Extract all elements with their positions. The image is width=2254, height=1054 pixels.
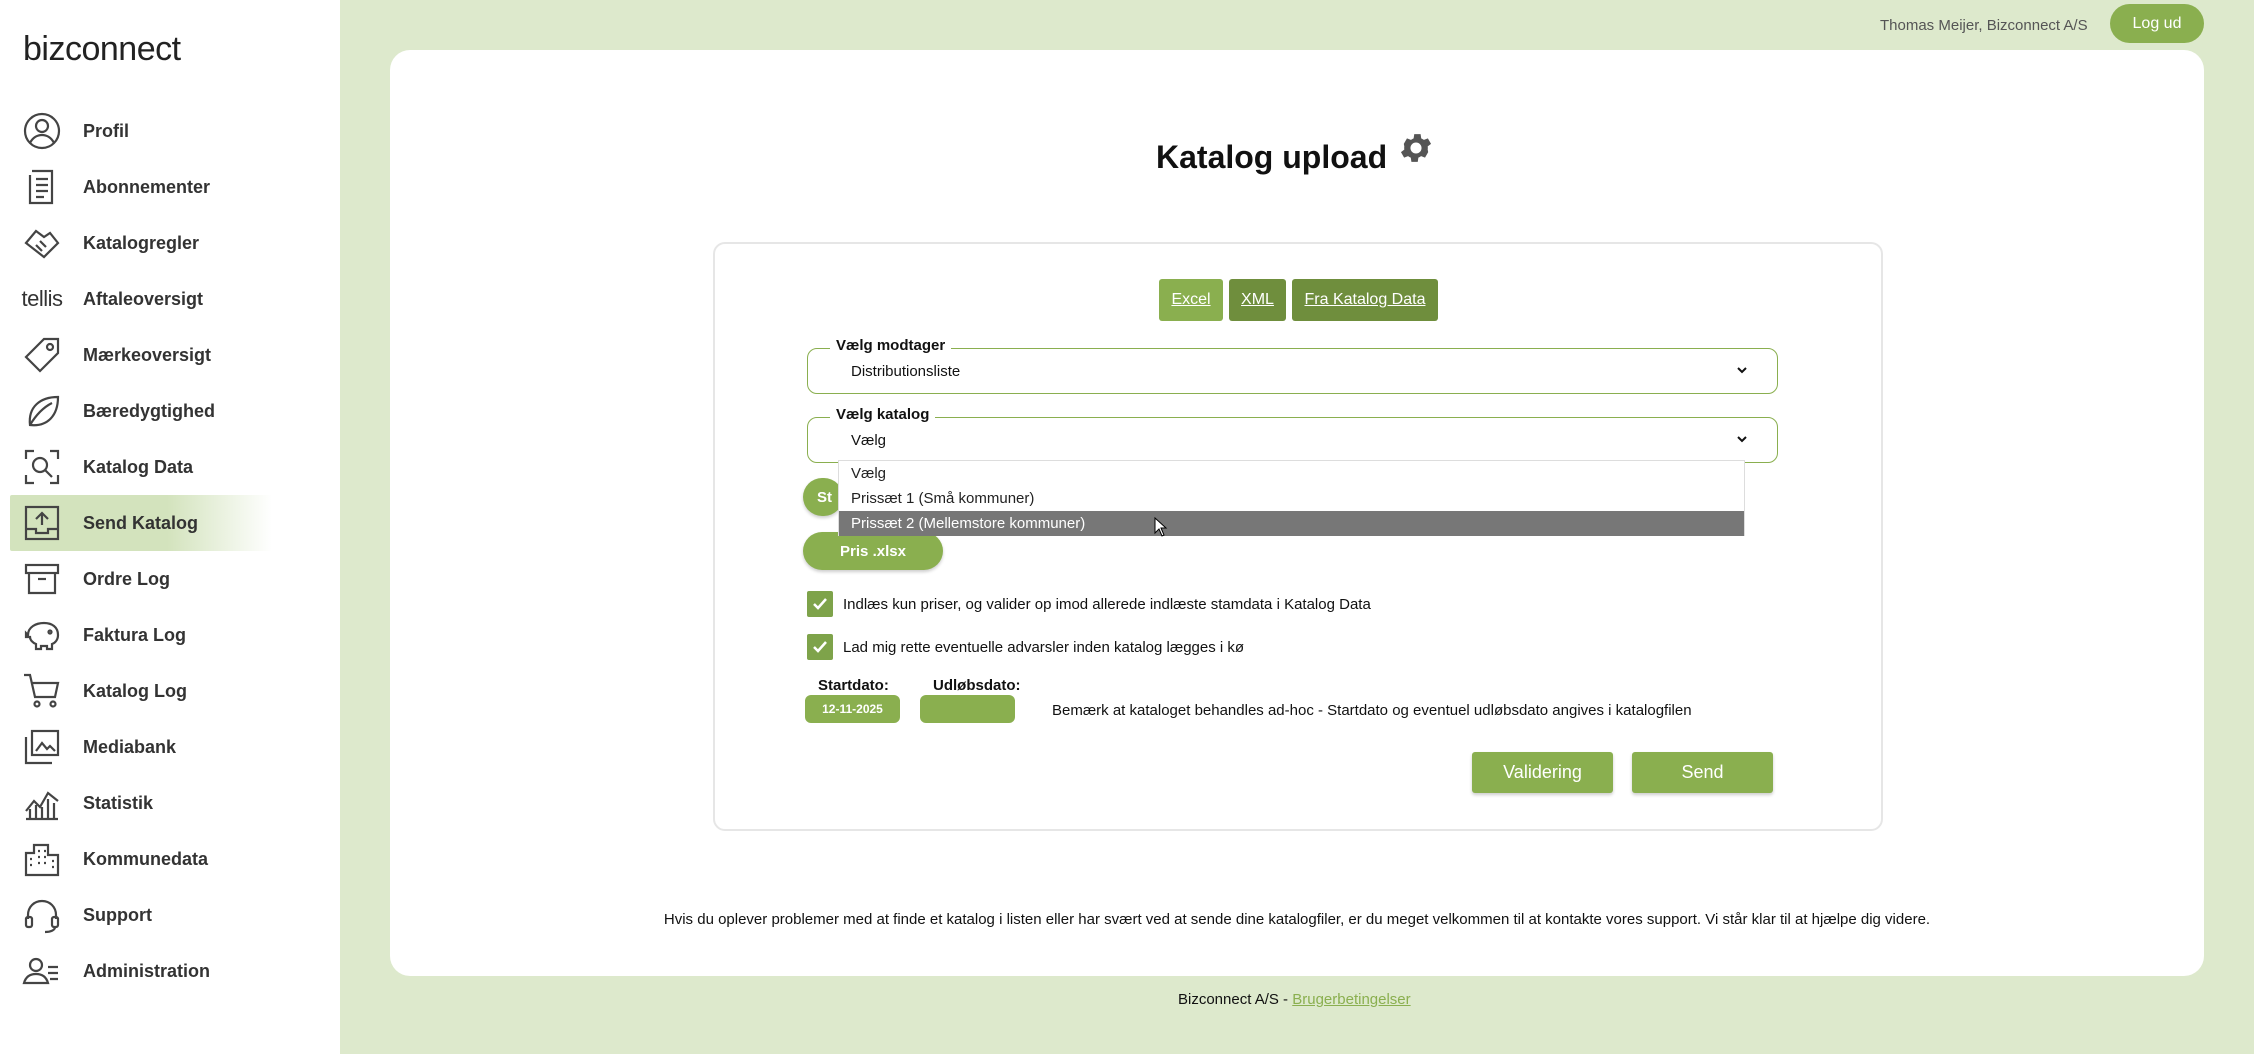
sidebar-item-abonnementer[interactable]: Abonnementer <box>10 159 272 215</box>
sidebar-nav: Profil Abonnementer Katalogregler tellis… <box>10 103 272 999</box>
sidebar-item-label: Statistik <box>83 792 154 813</box>
sidebar-item-mediabank[interactable]: Mediabank <box>10 719 272 775</box>
profile-icon <box>20 109 64 153</box>
page-title: Katalog upload <box>1156 139 1388 175</box>
send-button[interactable]: Send <box>1632 752 1773 793</box>
dropdown-option[interactable]: Prissæt 1 (Små kommuner) <box>839 486 1744 511</box>
catalog-value: Vælg <box>851 432 887 449</box>
sidebar-item-katalog-log[interactable]: Katalog Log <box>10 663 272 719</box>
recipient-value: Distributionsliste <box>851 363 961 380</box>
sidebar-item-label: Katalog Data <box>83 456 194 477</box>
sidebar-item-label: Mediabank <box>83 736 177 757</box>
checkbox-label: Indlæs kun priser, og valider op imod al… <box>843 595 1371 613</box>
select-file-button[interactable]: St <box>803 478 843 516</box>
sidebar-item-support[interactable]: Support <box>10 887 272 943</box>
users-icon <box>20 949 64 993</box>
sidebar-item-label: Administration <box>83 960 211 981</box>
sidebar-item-statistik[interactable]: Statistik <box>10 775 272 831</box>
sidebar-item-label: Kommunedata <box>83 848 209 869</box>
gear-icon[interactable] <box>1397 129 1435 167</box>
sidebar-item-label: Bæredygtighed <box>83 400 216 421</box>
checkbox-checked[interactable] <box>807 591 833 617</box>
sidebar-item-administration[interactable]: Administration <box>10 943 272 999</box>
price-file-button[interactable]: Pris .xlsx <box>803 532 943 570</box>
sidebar-item-label: Katalogregler <box>83 232 200 253</box>
cart-icon <box>20 669 64 713</box>
sidebar-item-ordre-log[interactable]: Ordre Log <box>10 551 272 607</box>
chart-icon <box>20 781 64 825</box>
sidebar-item-faktura-log[interactable]: Faktura Log <box>10 607 272 663</box>
building-icon <box>20 837 64 881</box>
sidebar-item-label: Faktura Log <box>83 624 187 645</box>
dropdown-option[interactable]: Vælg <box>839 461 1744 486</box>
upload-icon <box>20 501 64 545</box>
recipient-select[interactable]: Vælg modtager Distributionsliste <box>807 337 1778 394</box>
sidebar-item-maerkeoversigt[interactable]: Mærkeoversigt <box>10 327 272 383</box>
sidebar-item-send-katalog[interactable]: Send Katalog <box>10 495 272 551</box>
checkbox-checked[interactable] <box>807 634 833 660</box>
catalog-label: Vælg katalog <box>830 406 936 423</box>
recipient-label: Vælg modtager <box>830 337 952 354</box>
sidebar-item-baeredygtighed[interactable]: Bæredygtighed <box>10 383 272 439</box>
start-date-label: Startdato: <box>818 677 889 694</box>
sidebar-item-label: Abonnementer <box>83 176 211 197</box>
chevron-down-icon <box>1737 367 1747 374</box>
handshake-icon <box>20 221 64 265</box>
upload-tabs: Excel XML Fra Katalog Data <box>1159 279 1438 321</box>
leaf-icon <box>20 389 64 433</box>
end-date-label: Udløbsdato: <box>933 677 1021 694</box>
catalog-dropdown: Vælg Prissæt 1 (Små kommuner) Prissæt 2 … <box>838 460 1745 536</box>
sidebar-item-label: Aftaleoversigt <box>83 288 204 309</box>
sidebar-item-label: Send Katalog <box>83 512 199 533</box>
sidebar: bizconnect Profil Abonnementer Katalogre… <box>0 0 340 1054</box>
sidebar-item-label: Mærkeoversigt <box>83 344 212 365</box>
catalog-select[interactable]: Vælg katalog Vælg <box>807 406 1778 463</box>
sidebar-item-katalog-data[interactable]: Katalog Data <box>10 439 272 495</box>
sidebar-item-label: Ordre Log <box>83 568 171 589</box>
end-date-input[interactable] <box>920 695 1015 723</box>
bizconnect-logo[interactable]: bizconnect <box>23 30 181 69</box>
footer: Bizconnect A/S - Brugerbetingelser <box>1178 991 1411 1008</box>
box-icon <box>20 557 64 601</box>
tab-excel[interactable]: Excel <box>1159 279 1223 321</box>
warnings-checkbox-row[interactable]: Lad mig rette eventuelle advarsler inden… <box>807 634 1244 660</box>
sidebar-item-label: Support <box>83 904 152 925</box>
sidebar-item-aftaleoversigt[interactable]: tellis Aftaleoversigt <box>10 271 272 327</box>
sidebar-item-label: Katalog Log <box>83 680 187 701</box>
support-text: Hvis du oplever problemer med at finde e… <box>663 911 1931 928</box>
dropdown-option-highlighted[interactable]: Prissæt 2 (Mellemstore kommuner) <box>839 511 1744 536</box>
headset-icon <box>20 893 64 937</box>
upload-panel: Excel XML Fra Katalog Data Vælg modtager… <box>713 242 1883 831</box>
tellis-logo: tellis <box>21 286 63 311</box>
tab-fra-katalog-data[interactable]: Fra Katalog Data <box>1292 279 1438 321</box>
sidebar-item-label: Profil <box>83 120 130 141</box>
terms-link[interactable]: Brugerbetingelser <box>1292 991 1410 1008</box>
prices-only-checkbox-row[interactable]: Indlæs kun priser, og valider op imod al… <box>807 591 1371 617</box>
search-doc-icon <box>20 445 64 489</box>
chevron-down-icon <box>1737 436 1747 443</box>
sidebar-item-kommunedata[interactable]: Kommunedata <box>10 831 272 887</box>
start-date-input[interactable]: 12-11-2025 <box>805 695 900 723</box>
document-icon <box>20 165 64 209</box>
media-icon <box>20 725 64 769</box>
footer-company: Bizconnect A/S - <box>1178 991 1293 1008</box>
sidebar-item-profil[interactable]: Profil <box>10 103 272 159</box>
main-card: Katalog upload Excel XML Fra Katalog Dat… <box>390 50 2204 976</box>
checkbox-label: Lad mig rette eventuelle advarsler inden… <box>843 638 1245 656</box>
tag-icon <box>20 333 64 377</box>
tab-xml[interactable]: XML <box>1229 279 1286 321</box>
sidebar-item-katalogregler[interactable]: Katalogregler <box>10 215 272 271</box>
logout-button[interactable]: Log ud <box>2110 4 2204 43</box>
validate-button[interactable]: Validering <box>1472 752 1613 793</box>
user-name: Thomas Meijer, Bizconnect A/S <box>1880 17 2088 34</box>
adhoc-note: Bemærk at kataloget behandles ad-hoc - S… <box>1052 702 1692 719</box>
mouse-cursor-icon <box>1154 517 1168 537</box>
piggy-bank-icon <box>20 613 64 657</box>
